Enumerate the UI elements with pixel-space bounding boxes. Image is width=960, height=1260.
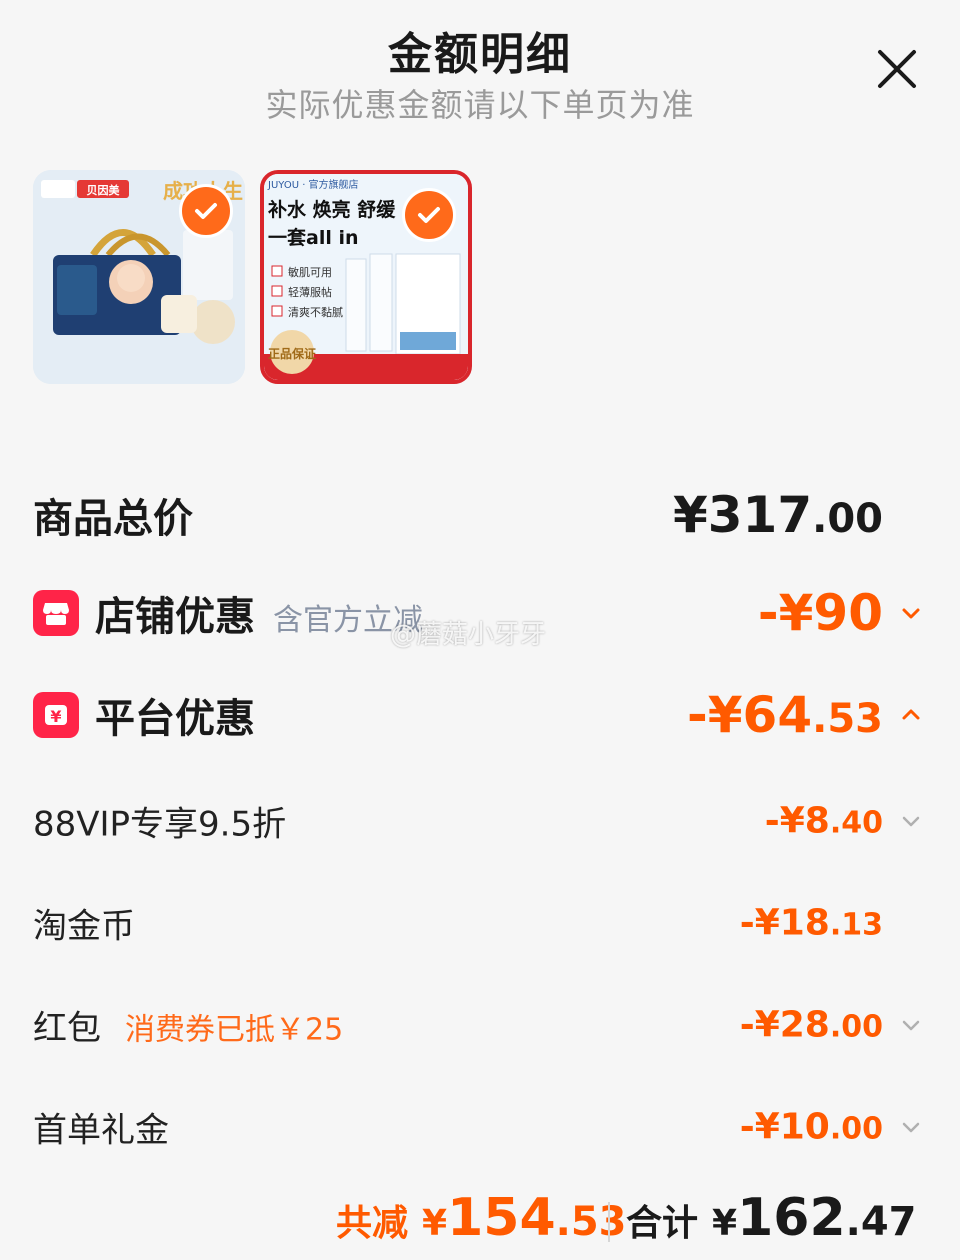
amount-cents: .40 — [829, 805, 883, 841]
platform-discount-integer: -¥64 — [687, 686, 813, 744]
product-thumbnail-2[interactable]: JUYOU · 官方旗舰店 补水 焕亮 舒缓 一套all in 敏肌可用 轻薄服… — [260, 170, 472, 384]
platform-item-hongbao[interactable]: 红包 消费券已抵￥25 -¥28.00 — [33, 990, 923, 1060]
currency-symbol: ¥ — [712, 1203, 738, 1244]
platform-item-label-group: 红包 消费券已抵￥25 — [33, 1001, 343, 1050]
platform-item-amount: -¥18.13 — [740, 903, 883, 944]
selected-check-1[interactable] — [179, 184, 233, 238]
platform-item-label: 红包 — [33, 1008, 101, 1049]
platform-discount-cents: .53 — [812, 696, 883, 742]
platform-item-label: 淘金币 — [33, 906, 135, 947]
platform-item-label: 首单礼金 — [33, 1110, 169, 1151]
product-2-brand: JUYOU · 官方旗舰店 — [267, 178, 359, 191]
chevron-down-icon[interactable] — [899, 1013, 923, 1037]
subtotal-label: 商品总价 — [33, 496, 193, 542]
platform-item-amount: -¥28.00 — [740, 1005, 883, 1046]
saved-label: 共减 — [336, 1203, 409, 1244]
product-2-badge: 正品保证 — [268, 346, 316, 361]
platform-item-label: 88VIP专享9.5折 — [33, 804, 287, 845]
product-thumbnail-1[interactable]: 贝因美 成功人生 — [33, 170, 245, 384]
amount-cents: .00 — [829, 1009, 883, 1045]
product-1-brand: 贝因美 — [87, 183, 121, 197]
check-icon — [195, 203, 217, 219]
selected-check-2[interactable] — [402, 188, 456, 242]
platform-discount-label: 平台优惠 — [95, 696, 255, 742]
chevron-up-icon[interactable] — [899, 703, 923, 727]
store-discount-label: 店铺优惠 — [95, 594, 255, 640]
chevron-down-icon[interactable] — [899, 809, 923, 833]
subtotal-amount: ¥317.00 — [673, 486, 883, 544]
coupon-yen-icon: ¥ — [33, 692, 79, 738]
amount-integer: -¥8 — [764, 800, 830, 842]
subtotal-integer: 317 — [707, 486, 813, 544]
total-saved: 共减 ¥154.53 — [336, 1188, 626, 1248]
platform-item-first-order[interactable]: 首单礼金 -¥10.00 — [33, 1092, 923, 1162]
amount-integer: -¥18 — [739, 902, 830, 944]
subtotal-row: 商品总价 ¥317.00 — [33, 480, 923, 550]
total-label: 合计 — [626, 1203, 699, 1244]
chevron-down-icon[interactable] — [899, 601, 923, 625]
close-button[interactable] — [872, 44, 922, 94]
amount-cents: .00 — [829, 1111, 883, 1147]
saved-cents: .53 — [555, 1199, 627, 1245]
currency-symbol: ¥ — [672, 486, 708, 544]
watermark: @蘑菇小牙牙 — [390, 620, 547, 650]
close-icon — [878, 50, 916, 88]
platform-item-taojinbi: 淘金币 -¥18.13 — [33, 888, 923, 958]
product-2-feature-3: 清爽不黏腻 — [288, 305, 343, 319]
amount-integer: -¥10 — [739, 1106, 830, 1148]
product-2-headline-2: 一套all in — [268, 226, 359, 249]
page-subtitle: 实际优惠金额请以下单页为准 — [265, 86, 695, 124]
platform-discount-row[interactable]: ¥ 平台优惠 -¥64.53 — [33, 680, 923, 750]
store-discount-amount: -¥90 — [757, 584, 883, 642]
amount-cents: .13 — [829, 907, 883, 943]
check-icon — [418, 207, 440, 223]
platform-item-amount: -¥8.40 — [765, 801, 883, 842]
product-2-feature-2: 轻薄服帖 — [288, 285, 332, 299]
store-icon — [33, 590, 79, 636]
product-2-feature-1: 敏肌可用 — [288, 265, 332, 279]
total-amount: 合计 ¥162.47 — [626, 1188, 916, 1248]
divider — [608, 1202, 610, 1242]
chevron-down-icon[interactable] — [899, 1115, 923, 1139]
page-title: 金额明细 — [388, 29, 572, 80]
product-2-headline-1: 补水 焕亮 舒缓 — [268, 198, 396, 221]
saved-integer: 154 — [447, 1188, 556, 1248]
store-discount-label-group: 店铺优惠 含官方立减 — [95, 584, 423, 642]
footer-summary: 共减 ¥154.53 合计 ¥162.47 — [0, 1188, 960, 1248]
total-cents: .47 — [845, 1199, 917, 1245]
platform-discount-amount: -¥64.53 — [687, 686, 883, 744]
platform-item-vip[interactable]: 88VIP专享9.5折 -¥8.40 — [33, 786, 923, 856]
amount-integer: -¥28 — [739, 1004, 830, 1046]
total-integer: 162 — [737, 1188, 846, 1248]
svg-text:¥: ¥ — [50, 707, 61, 726]
platform-item-amount: -¥10.00 — [740, 1107, 883, 1148]
platform-item-note: 消费券已抵￥25 — [125, 1012, 344, 1048]
subtotal-cents: .00 — [812, 496, 883, 542]
currency-symbol: ¥ — [422, 1203, 448, 1244]
